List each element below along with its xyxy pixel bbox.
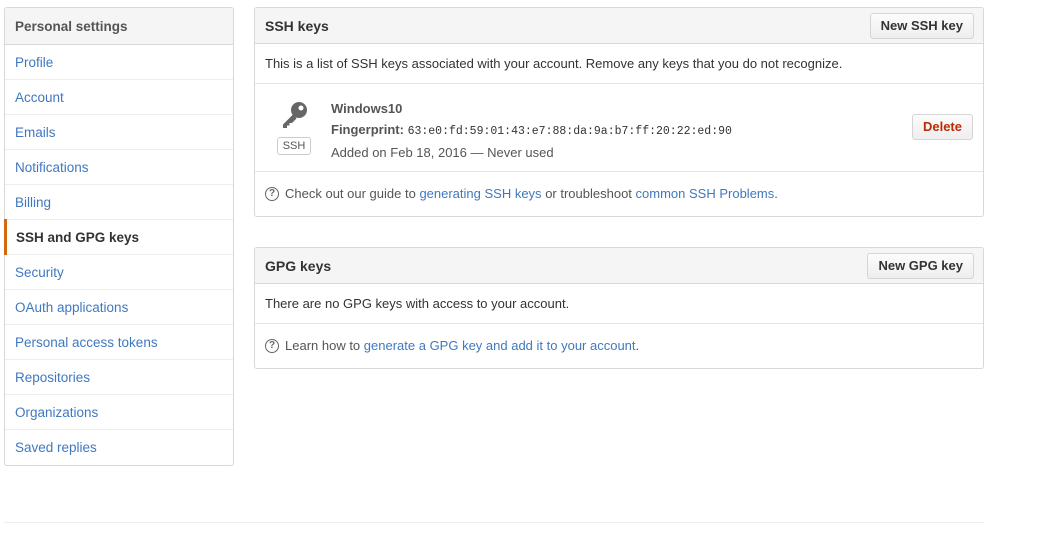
- ssh-help-middle: or troubleshoot: [545, 186, 632, 201]
- ssh-keys-title: SSH keys: [265, 18, 329, 34]
- sidebar-item-saved-replies[interactable]: Saved replies: [5, 430, 233, 465]
- key-info: Windows10 Fingerprint: 63:e0:fd:59:01:43…: [331, 98, 732, 163]
- question-icon: ?: [265, 338, 279, 353]
- common-ssh-problems-link[interactable]: common SSH Problems: [636, 186, 775, 201]
- new-gpg-key-button[interactable]: New GPG key: [867, 253, 974, 279]
- sidebar-item-account[interactable]: Account: [5, 80, 233, 115]
- footer-divider: [4, 522, 984, 523]
- sidebar-item-security[interactable]: Security: [5, 255, 233, 290]
- sidebar-item-notifications[interactable]: Notifications: [5, 150, 233, 185]
- new-ssh-key-button[interactable]: New SSH key: [869, 13, 974, 39]
- sidebar-item-organizations[interactable]: Organizations: [5, 395, 233, 430]
- gpg-help-row: ? Learn how to generate a GPG key and add…: [255, 324, 983, 368]
- key-title: Windows10: [331, 101, 403, 116]
- gpg-help-prefix: Learn how to: [285, 338, 361, 353]
- ssh-keys-box: SSH keys New SSH key This is a list of S…: [254, 7, 984, 217]
- ssh-help-row: ? Check out our guide to generating SSH k…: [255, 172, 983, 216]
- sidebar-item-profile[interactable]: Profile: [5, 45, 233, 80]
- gpg-keys-box: GPG keys New GPG key There are no GPG ke…: [254, 247, 984, 369]
- key-fingerprint-row: Fingerprint: 63:e0:fd:59:01:43:e7:88:da:…: [331, 119, 732, 142]
- ssh-key-item: SSH Windows10 Fingerprint: 63:e0:fd:59:0…: [255, 84, 983, 172]
- ssh-help-suffix: .: [774, 186, 778, 201]
- sidebar-item-personal-access-tokens[interactable]: Personal access tokens: [5, 325, 233, 360]
- sidebar-item-repositories[interactable]: Repositories: [5, 360, 233, 395]
- generate-gpg-key-link[interactable]: generate a GPG key and add it to your ac…: [364, 338, 636, 353]
- sidebar-item-oauth-applications[interactable]: OAuth applications: [5, 290, 233, 325]
- sidebar-header: Personal settings: [5, 8, 233, 45]
- generating-ssh-keys-link[interactable]: generating SSH keys: [419, 186, 541, 201]
- sidebar-item-billing[interactable]: Billing: [5, 185, 233, 220]
- fingerprint-label: Fingerprint:: [331, 122, 404, 137]
- gpg-keys-title: GPG keys: [265, 258, 332, 274]
- key-added-info: Added on Feb 18, 2016 — Never used: [331, 145, 554, 160]
- gpg-keys-empty-message: There are no GPG keys with access to you…: [255, 284, 983, 324]
- fingerprint-value: 63:e0:fd:59:01:43:e7:88:da:9a:b7:ff:20:2…: [407, 125, 732, 138]
- ssh-type-label: SSH: [276, 137, 312, 155]
- key-icon: [283, 102, 307, 128]
- gpg-help-suffix: .: [635, 338, 640, 353]
- sidebar-item-ssh-gpg-keys[interactable]: SSH and GPG keys: [4, 219, 233, 255]
- ssh-help-prefix: Check out our guide to: [285, 186, 416, 201]
- key-icon-container: SSH: [275, 100, 313, 155]
- question-icon: ?: [265, 186, 279, 201]
- settings-sidebar: Personal settings Profile Account Emails…: [4, 7, 234, 466]
- ssh-keys-header: SSH keys New SSH key: [255, 8, 983, 44]
- delete-ssh-key-button[interactable]: Delete: [911, 114, 973, 140]
- ssh-keys-intro: This is a list of SSH keys associated wi…: [255, 44, 983, 84]
- gpg-keys-header: GPG keys New GPG key: [255, 248, 983, 284]
- sidebar-item-emails[interactable]: Emails: [5, 115, 233, 150]
